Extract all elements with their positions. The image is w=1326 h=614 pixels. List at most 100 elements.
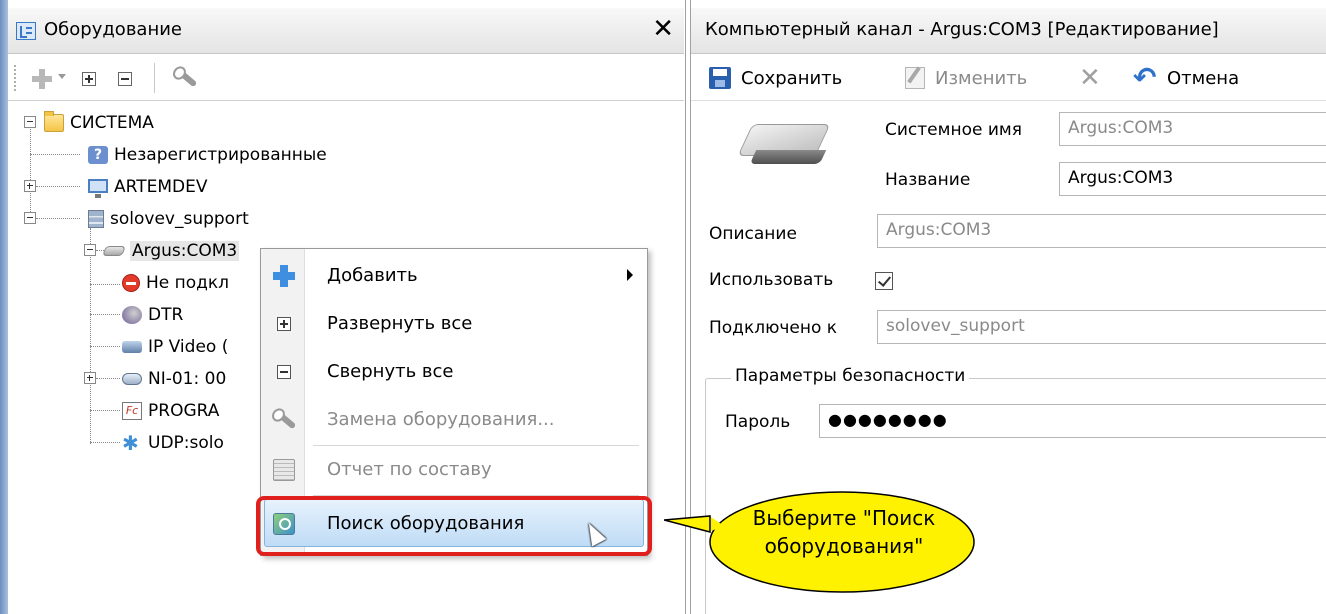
instruction-callout: Выберите "Поиск оборудования" — [664, 486, 980, 602]
connected-to-label: Подключено к — [709, 318, 838, 338]
tree-toggle-artemdev[interactable] — [24, 180, 36, 192]
tree-toggle-argus[interactable] — [84, 244, 96, 256]
collapse-all-icon — [277, 365, 291, 379]
chevron-down-icon[interactable] — [58, 74, 66, 79]
report-icon — [273, 459, 295, 481]
delete-button[interactable]: ✕ — [1079, 65, 1113, 91]
use-label: Использовать — [709, 270, 834, 290]
description-label: Описание — [709, 224, 797, 244]
program-icon: Fc — [122, 402, 142, 420]
computer-icon — [88, 178, 108, 198]
edit-panel-title: Компьютерный канал - Argus:COM3 [Редакти… — [705, 19, 1219, 40]
close-icon[interactable]: ✕ — [652, 15, 674, 43]
device-icon — [102, 246, 126, 256]
cancel-label: Отмена — [1167, 67, 1240, 89]
server-icon — [88, 210, 104, 228]
menu-item-report[interactable]: Отчет по составу — [261, 447, 647, 491]
equipment-panel-header: Оборудование ✕ — [8, 8, 684, 54]
tree-node-udp[interactable]: UDP:solo — [122, 428, 224, 458]
edit-icon — [905, 67, 925, 89]
tree-node-label: СИСТЕМА — [70, 113, 154, 133]
password-field[interactable]: ●●●●●●●● — [819, 404, 1326, 438]
undo-icon — [1133, 61, 1157, 94]
tree-node-label: ARTEMDEV — [114, 177, 208, 197]
tree-node-dtr[interactable]: DTR — [122, 300, 183, 330]
expand-all-icon[interactable] — [82, 72, 96, 86]
tree-toggle-ni01[interactable] — [84, 372, 96, 384]
use-checkbox[interactable] — [875, 272, 893, 290]
menu-item-label: Свернуть все — [327, 360, 454, 382]
callout-line-1: Выберите "Поиск — [752, 506, 936, 530]
tree-node-label: PROGRA — [148, 401, 220, 421]
menu-item-add[interactable]: Добавить — [261, 253, 647, 297]
save-icon — [709, 67, 731, 89]
menu-item-label: Замена оборудования... — [327, 408, 555, 430]
network-icon — [122, 431, 142, 455]
dtr-icon — [122, 306, 142, 324]
system-name-label: Системное имя — [885, 120, 1022, 140]
edit-panel-header: Компьютерный канал - Argus:COM3 [Редакти… — [691, 8, 1326, 54]
tree-node-not-connected[interactable]: Не подкл — [122, 268, 229, 298]
tree-node-progra[interactable]: Fc PROGRA — [122, 396, 219, 426]
add-icon[interactable] — [32, 69, 52, 89]
description-field[interactable]: Argus:COM3 — [877, 214, 1326, 248]
menu-item-collapse-all[interactable]: Свернуть все — [261, 349, 647, 393]
save-button[interactable]: Сохранить — [709, 65, 842, 91]
tree-node-argus[interactable]: Argus:COM3 — [102, 236, 240, 266]
tree-node-label: solovev_support — [110, 209, 249, 229]
callout-text: Выберите "Поиск оборудования" — [724, 504, 964, 560]
device-image — [737, 120, 831, 180]
tree-node-artemdev[interactable]: ARTEMDEV — [88, 172, 207, 202]
folder-icon — [44, 111, 64, 132]
system-name-field: Argus:COM3 — [1059, 112, 1326, 146]
tree-node-label: DTR — [148, 305, 184, 325]
question-icon: ? — [88, 146, 108, 164]
menu-separator — [313, 445, 639, 446]
menu-item-label: Добавить — [327, 264, 418, 286]
edit-button[interactable]: Изменить — [905, 65, 1027, 91]
tree-node-label: Не подкл — [146, 273, 230, 293]
collapse-all-icon[interactable] — [118, 72, 132, 86]
camera-icon — [122, 341, 142, 353]
password-label: Пароль — [725, 412, 791, 432]
menu-item-replace[interactable]: Замена оборудования... — [261, 397, 647, 441]
tree-toggle-system[interactable] — [24, 116, 36, 128]
tree-node-ipvideo[interactable]: IP Video ( — [122, 332, 228, 362]
panel-edge — [0, 0, 8, 614]
edit-label: Изменить — [935, 67, 1028, 89]
name-label: Название — [885, 170, 971, 190]
tree-node-label: Argus:COM3 — [130, 241, 240, 261]
tree-node-ni01[interactable]: NI-01: 00 — [122, 364, 226, 394]
tree-node-label: Незарегистрированные — [114, 145, 327, 165]
tree-node-system[interactable]: СИСТЕМА — [44, 108, 154, 138]
tree-node-label: IP Video ( — [148, 337, 229, 357]
name-field[interactable]: Argus:COM3 — [1059, 162, 1326, 196]
tree-toggle-server[interactable] — [24, 212, 36, 224]
submenu-arrow-icon — [627, 269, 633, 281]
tree-view-icon — [16, 22, 36, 40]
callout-line-2: оборудования" — [764, 534, 924, 558]
panel-title: Оборудование — [44, 19, 182, 40]
wrench-icon — [273, 409, 297, 431]
tree-node-unregistered[interactable]: ? Незарегистрированные — [88, 140, 327, 170]
toolbar-divider — [154, 63, 155, 93]
connected-to-field: solovev_support — [877, 310, 1326, 344]
menu-item-label: Развернуть все — [327, 312, 473, 334]
stop-icon — [122, 274, 140, 292]
security-group-title: Параметры безопасности — [731, 366, 970, 386]
expand-all-icon — [277, 317, 291, 331]
cancel-button[interactable]: Отмена — [1133, 61, 1240, 94]
tree-node-label: NI-01: 00 — [148, 369, 227, 389]
wrench-icon[interactable] — [174, 67, 200, 89]
save-label: Сохранить — [741, 67, 843, 89]
edit-toolbar: Сохранить Изменить ✕ Отмена — [691, 55, 1326, 101]
menu-item-label: Отчет по составу — [327, 458, 492, 480]
tree-node-label: UDP:solo — [148, 433, 224, 453]
toolbar-grip[interactable] — [14, 65, 17, 91]
add-icon — [273, 265, 295, 287]
menu-item-expand-all[interactable]: Развернуть все — [261, 301, 647, 345]
tree-node-server[interactable]: solovev_support — [88, 204, 249, 234]
hardware-icon — [122, 373, 142, 385]
equipment-toolbar — [8, 55, 684, 101]
close-icon: ✕ — [1079, 63, 1101, 93]
